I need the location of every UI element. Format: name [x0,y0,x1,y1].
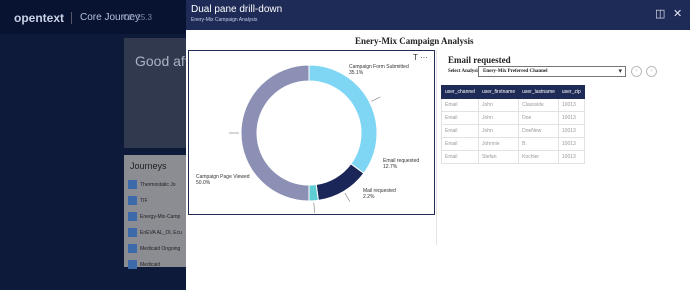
journey-icon [128,244,137,253]
journey-item[interactable]: EnEVA AL_Ol, Ecu [128,225,182,240]
journey-item[interactable]: Energy-Mix-Camp [128,209,182,224]
journey-label: Energy-Mix-Camp [140,213,181,220]
donut-slice-campaign-form-submitted[interactable] [308,64,378,175]
table-cell: Classside [518,98,559,112]
journeys-title: Journeys [130,161,167,171]
table-cell: DoeNew [518,124,559,138]
column-header[interactable]: user_zip [557,85,585,99]
table-row[interactable]: Email Stefan Kochler 10013 [440,150,585,164]
table-cell: 10013 [557,98,585,112]
journey-icon [128,212,137,221]
journey-label: EnEVA AL_Ol, Ecu [140,229,182,236]
column-header[interactable]: user_lastname [518,85,559,99]
table-cell: 10013 [557,124,585,138]
journey-label: Medicaid Ongoing [140,245,181,252]
leader-line [344,192,351,202]
detail-title: Email requested [448,55,511,65]
table-cell: 10013 [557,111,585,125]
table-cell: John [478,124,520,138]
table-cell: Johnnie [478,137,520,151]
modal-subtitle: Enery-Mix Campaign Analysis [191,17,258,23]
donut-slice-campaign-page-viewed[interactable] [240,64,310,202]
journey-icon [128,196,137,205]
label-campaign-form: Campaign Form Submitted 35.1% [349,64,409,76]
table-cell: Doe [518,111,559,125]
journeys-list: Thermostatic Jo TIF Energy-Mix-Camp EnEV… [128,177,182,273]
table-row[interactable]: Email John DoeNew 10013 [440,124,585,138]
product-version: CE 25.3 [123,13,152,22]
table-cell: Email [440,150,480,164]
table-row[interactable]: Email John Classside 10013 [440,98,585,112]
opentext-logo: opentext [14,11,65,25]
table-cell: Email [440,111,480,125]
journeys-panel: Journeys Thermostatic Jo TIF Energy-Mix-… [124,155,186,269]
donut-slice-mail-requested[interactable] [308,183,319,202]
table-cell: John [478,111,520,125]
select-analysis-label: Select Analysis [448,69,480,74]
column-header[interactable]: user_firstname [478,85,520,99]
label-email-requested: Email requested 12.7% [383,158,420,170]
table-cell: 10013 [557,137,585,151]
modal-title: Dual pane drill-down [191,4,283,15]
journey-icon [128,180,137,189]
chevron-down-icon: ▾ [618,68,622,75]
journey-label: Medicaid [140,261,161,268]
chart-title: Enery-Mix Campaign Analysis [355,36,474,46]
journey-label: TIF [140,197,148,204]
table-row[interactable]: Email John Doe 10013 [440,111,585,125]
analysis-select-value: Enery-Mix Preferred Channel [483,69,548,74]
modal-header: Dual pane drill-down Enery-Mix Campaign … [186,0,690,30]
journey-item[interactable]: Medicaid Ongoing [128,241,182,256]
results-table: user_channel user_firstname user_lastnam… [440,85,585,164]
export-icon[interactable]: ◫ [655,9,665,20]
table-cell: 10013 [557,150,585,164]
label-mail-requested: Mail requested 2.2% [363,188,396,200]
donut-chart-panel: T ··· Campaign Form Submitted 35.1% Email… [188,50,435,215]
journey-item[interactable]: TIF [128,193,182,208]
table-cell: Email [440,98,480,112]
table-cell: Email [440,137,480,151]
column-header[interactable]: user_channel [440,85,480,99]
close-icon[interactable]: ✕ [673,9,682,20]
table-cell: John [478,98,520,112]
leader-line [313,202,315,213]
journey-icon [128,260,137,269]
table-cell: Stefan [478,150,520,164]
journey-item[interactable]: Thermostatic Jo [128,177,182,192]
journey-label: Thermostatic Jo [140,181,176,188]
drilldown-modal: Dual pane drill-down Enery-Mix Campaign … [186,0,690,290]
donut-slice-email-requested[interactable] [315,163,365,201]
leader-line [371,96,381,102]
next-button[interactable]: › [646,66,657,77]
table-cell: Kochler [518,150,559,164]
table-cell: B. [518,137,559,151]
journey-item[interactable]: Medicaid [128,257,182,272]
topbar-separator [71,12,72,24]
journey-icon [128,228,137,237]
pane-divider [436,50,437,245]
analysis-select[interactable]: Enery-Mix Preferred Channel ▾ [478,66,626,77]
previous-button[interactable]: ‹ [631,66,642,77]
label-page-viewed: Campaign Page Viewed 50.0% [196,174,250,186]
table-cell: Email [440,124,480,138]
table-row[interactable]: Email Johnnie B. 10013 [440,137,585,151]
table-header-row: user_channel user_firstname user_lastnam… [440,85,585,99]
